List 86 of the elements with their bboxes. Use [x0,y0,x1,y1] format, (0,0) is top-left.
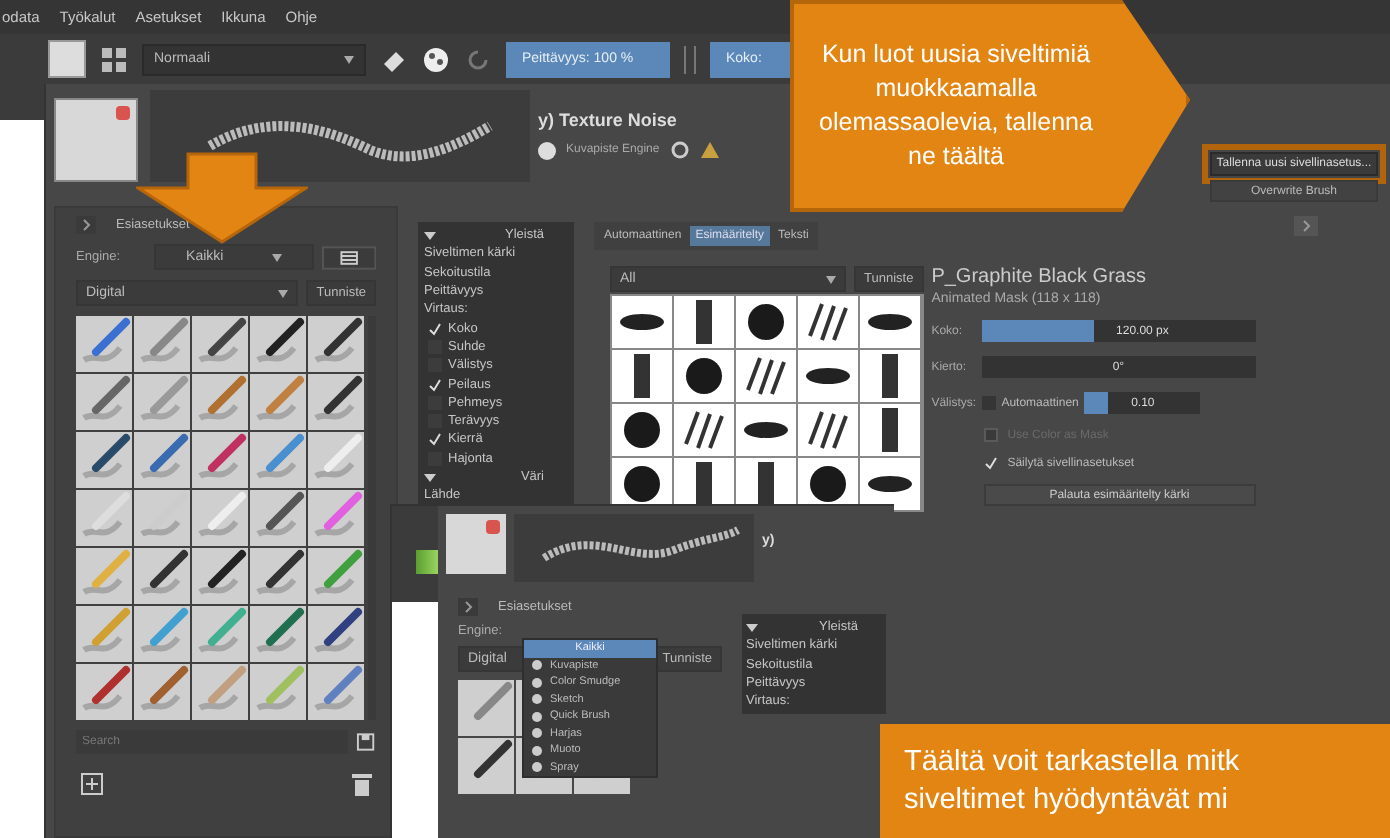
brush-preset-thumbnail[interactable] [134,432,190,488]
brush-preset-thumbnail[interactable] [134,548,190,604]
brush-preset-thumbnail[interactable] [192,490,248,546]
brush-preset-thumbnail[interactable] [134,316,190,372]
brush-preset-thumbnail[interactable] [192,374,248,430]
brush-preset-thumbnail[interactable] [250,316,306,372]
callout-text: Täältä voit tarkastella mitk siveltimet hyödyntävät mi [904,744,1242,820]
brush-preset-thumbnail[interactable] [76,664,132,720]
brush-preset-thumbnail[interactable] [250,548,306,604]
brush-tip-thumbnail[interactable] [612,350,672,402]
brush-preset-thumbnail[interactable] [192,432,248,488]
brush-preset-thumbnail[interactable] [308,316,364,372]
brush-tip-thumbnail[interactable] [674,350,734,402]
brush-tip-thumbnail[interactable] [860,458,920,510]
expand-icon[interactable] [746,623,758,632]
brush-preset-thumbnail[interactable] [308,606,364,662]
brush-preset-thumbnail[interactable] [250,606,306,662]
brush-preset-thumbnail[interactable] [134,490,190,546]
brush-tip-name: P_Graphite Black Grass [931,266,1148,288]
checkbox[interactable] [428,432,442,447]
brush-tip-thumbnail[interactable] [860,350,920,402]
brush-tip-thumbnail[interactable] [798,296,858,348]
brush-preset-thumbnail[interactable] [76,548,132,604]
brush-preset-thumbnail[interactable] [458,738,514,794]
brush-preset-thumbnail[interactable] [134,606,190,662]
brush-preset-thumbnail[interactable] [250,490,306,546]
checkbox[interactable] [428,377,442,392]
save-icon[interactable] [356,732,376,752]
preset-thumbnail [54,98,138,182]
brush-preset-thumbnail[interactable] [76,432,132,488]
caret-icon [826,275,836,283]
brush-tip-thumbnail[interactable] [612,404,672,456]
brush-preset-thumbnail[interactable] [458,680,514,736]
brush-preset-thumbnail[interactable] [192,664,248,720]
preset-thumbnail [446,514,506,574]
expand-icon[interactable] [424,231,436,240]
grid-icon[interactable] [100,45,128,73]
brush-tip-thumbnail[interactable] [798,404,858,456]
brush-preset-thumbnail[interactable] [192,316,248,372]
brush-tip-thumbnail[interactable] [736,350,796,402]
brush-preset-thumbnail[interactable] [192,606,248,662]
reload-icon[interactable] [669,140,690,160]
gradient-swatch-icon [416,550,438,574]
brush-tip-thumbnail[interactable] [860,404,920,456]
brush-preset-thumbnail[interactable] [134,374,190,430]
expand-icon[interactable] [424,473,436,481]
caret-icon [344,55,354,63]
brush-preset-thumbnail[interactable] [134,664,190,720]
brush-preset-thumbnail[interactable] [308,374,364,430]
add-icon[interactable] [80,772,104,796]
warning-icon [699,140,720,160]
view-mode-icon[interactable] [321,245,376,269]
brush-tip-thumbnail[interactable] [736,404,796,456]
preset-name: y) Texture Noise [538,110,679,130]
brush-tip-thumbnail[interactable] [736,296,796,348]
checkbox[interactable] [428,339,442,354]
brush-preset-thumbnail[interactable] [250,374,306,430]
brush-preset-thumbnail[interactable] [192,548,248,604]
brush-preset-thumbnail[interactable] [308,490,364,546]
brush-preset-thumbnail[interactable] [76,490,132,546]
checkbox[interactable] [428,321,442,336]
palette-icon[interactable] [422,45,450,73]
brush-preset-thumbnail[interactable] [250,664,306,720]
trash-icon[interactable] [352,772,372,796]
callout-text: Kun luot uusia siveltimiä muokkaamalla olemassaolevia, tallenna ne täältä [817,38,1095,174]
brush-tip-thumbnail[interactable] [798,350,858,402]
brush-preset-thumbnail[interactable] [308,548,364,604]
refresh-icon[interactable] [464,45,492,73]
caret-icon [271,253,282,261]
caret-icon [278,289,289,297]
brush-preset-thumbnail[interactable] [308,664,364,720]
brush-preset-thumbnail[interactable] [76,316,132,372]
spin-arrows-icon[interactable] [684,45,696,73]
brush-tip-thumbnail[interactable] [612,296,672,348]
brush-tip-thumbnail[interactable] [674,296,734,348]
checkbox[interactable] [983,456,998,470]
brush-preset-thumbnail[interactable] [308,432,364,488]
brush-preset-thumbnail[interactable] [250,432,306,488]
checkbox[interactable] [428,395,442,410]
brush-preset-thumbnail[interactable] [76,374,132,430]
expand-icon[interactable] [458,598,478,616]
expand-icon[interactable] [76,216,96,234]
brush-preset-thumbnail[interactable] [76,606,132,662]
brush-tip-thumbnail[interactable] [674,404,734,456]
engine-icon [538,141,556,159]
brush-tip-thumbnail[interactable] [860,296,920,348]
